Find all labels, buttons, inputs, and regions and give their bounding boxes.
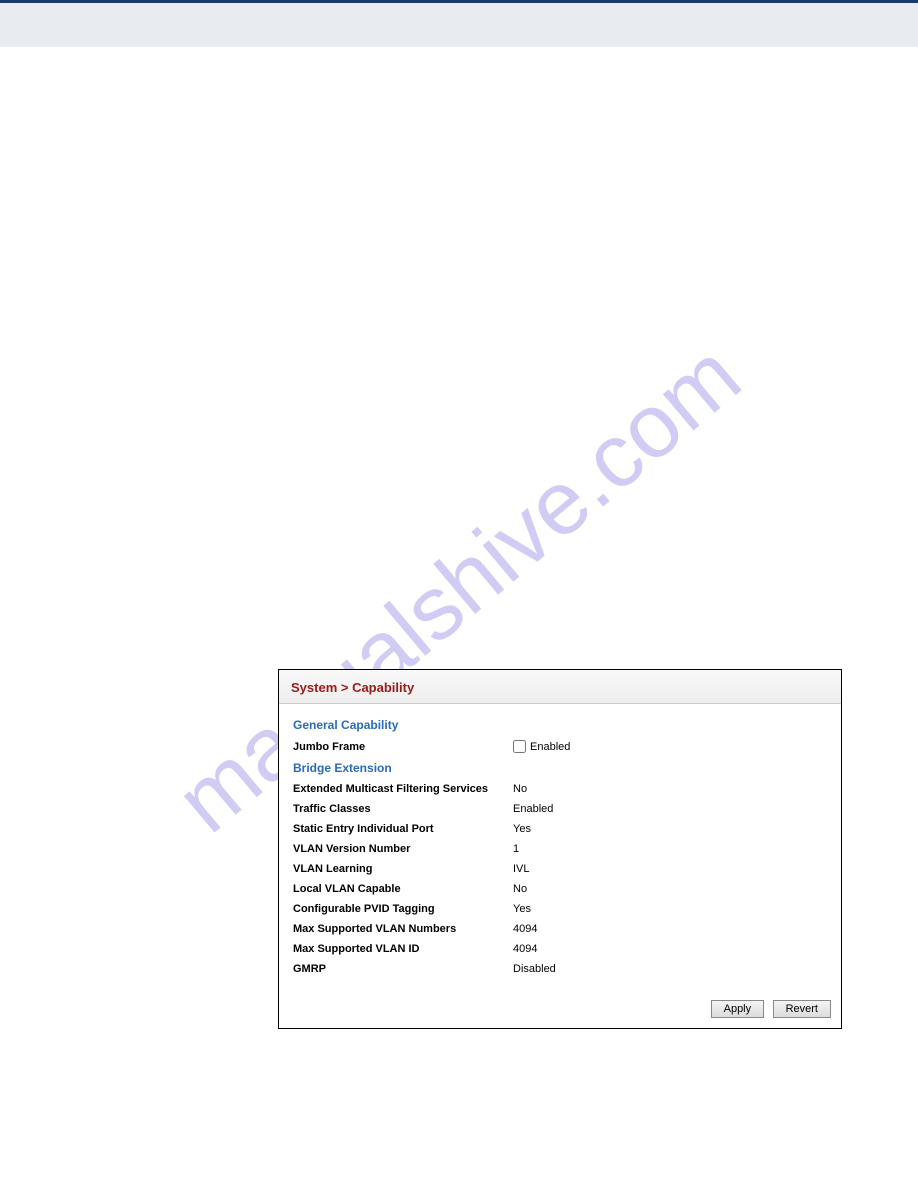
jumbo-frame-value: Enabled [513,740,570,753]
jumbo-frame-checkbox[interactable] [513,740,526,753]
panel-header: System > Capability [279,670,841,704]
row-value: Disabled [513,963,556,975]
table-row: Configurable PVID Tagging Yes [293,903,827,915]
row-value: Yes [513,823,531,835]
row-label: VLAN Version Number [293,843,513,855]
row-value: IVL [513,863,530,875]
table-row: Static Entry Individual Port Yes [293,823,827,835]
header-band [0,3,918,47]
table-row: Max Supported VLAN ID 4094 [293,943,827,955]
row-value: Yes [513,903,531,915]
apply-button[interactable]: Apply [711,1000,765,1018]
row-value: 4094 [513,923,537,935]
row-value: 1 [513,843,519,855]
row-label: Max Supported VLAN Numbers [293,923,513,935]
table-row: VLAN Version Number 1 [293,843,827,855]
row-label: GMRP [293,963,513,975]
page-header [0,0,918,84]
table-row: Extended Multicast Filtering Services No [293,783,827,795]
row-value: Enabled [513,803,553,815]
row-label: Static Entry Individual Port [293,823,513,835]
row-label: Extended Multicast Filtering Services [293,783,513,795]
revert-button[interactable]: Revert [773,1000,831,1018]
button-row: Apply Revert [279,993,841,1028]
row-value: No [513,783,527,795]
panel-body: General Capability Jumbo Frame Enabled B… [279,704,841,993]
row-label: Configurable PVID Tagging [293,903,513,915]
row-label: VLAN Learning [293,863,513,875]
row-label: Max Supported VLAN ID [293,943,513,955]
row-value: 4094 [513,943,537,955]
table-row: Traffic Classes Enabled [293,803,827,815]
jumbo-frame-row: Jumbo Frame Enabled [293,740,827,753]
table-row: VLAN Learning IVL [293,863,827,875]
row-value: No [513,883,527,895]
table-row: Local VLAN Capable No [293,883,827,895]
table-row: Max Supported VLAN Numbers 4094 [293,923,827,935]
general-capability-label: General Capability [293,718,827,732]
jumbo-frame-label: Jumbo Frame [293,741,513,753]
row-label: Local VLAN Capable [293,883,513,895]
panel-title: System > Capability [291,680,829,695]
row-label: Traffic Classes [293,803,513,815]
capability-panel: System > Capability General Capability J… [278,669,842,1029]
jumbo-frame-checkbox-label: Enabled [530,741,570,753]
bridge-extension-label: Bridge Extension [293,761,827,775]
table-row: GMRP Disabled [293,963,827,975]
